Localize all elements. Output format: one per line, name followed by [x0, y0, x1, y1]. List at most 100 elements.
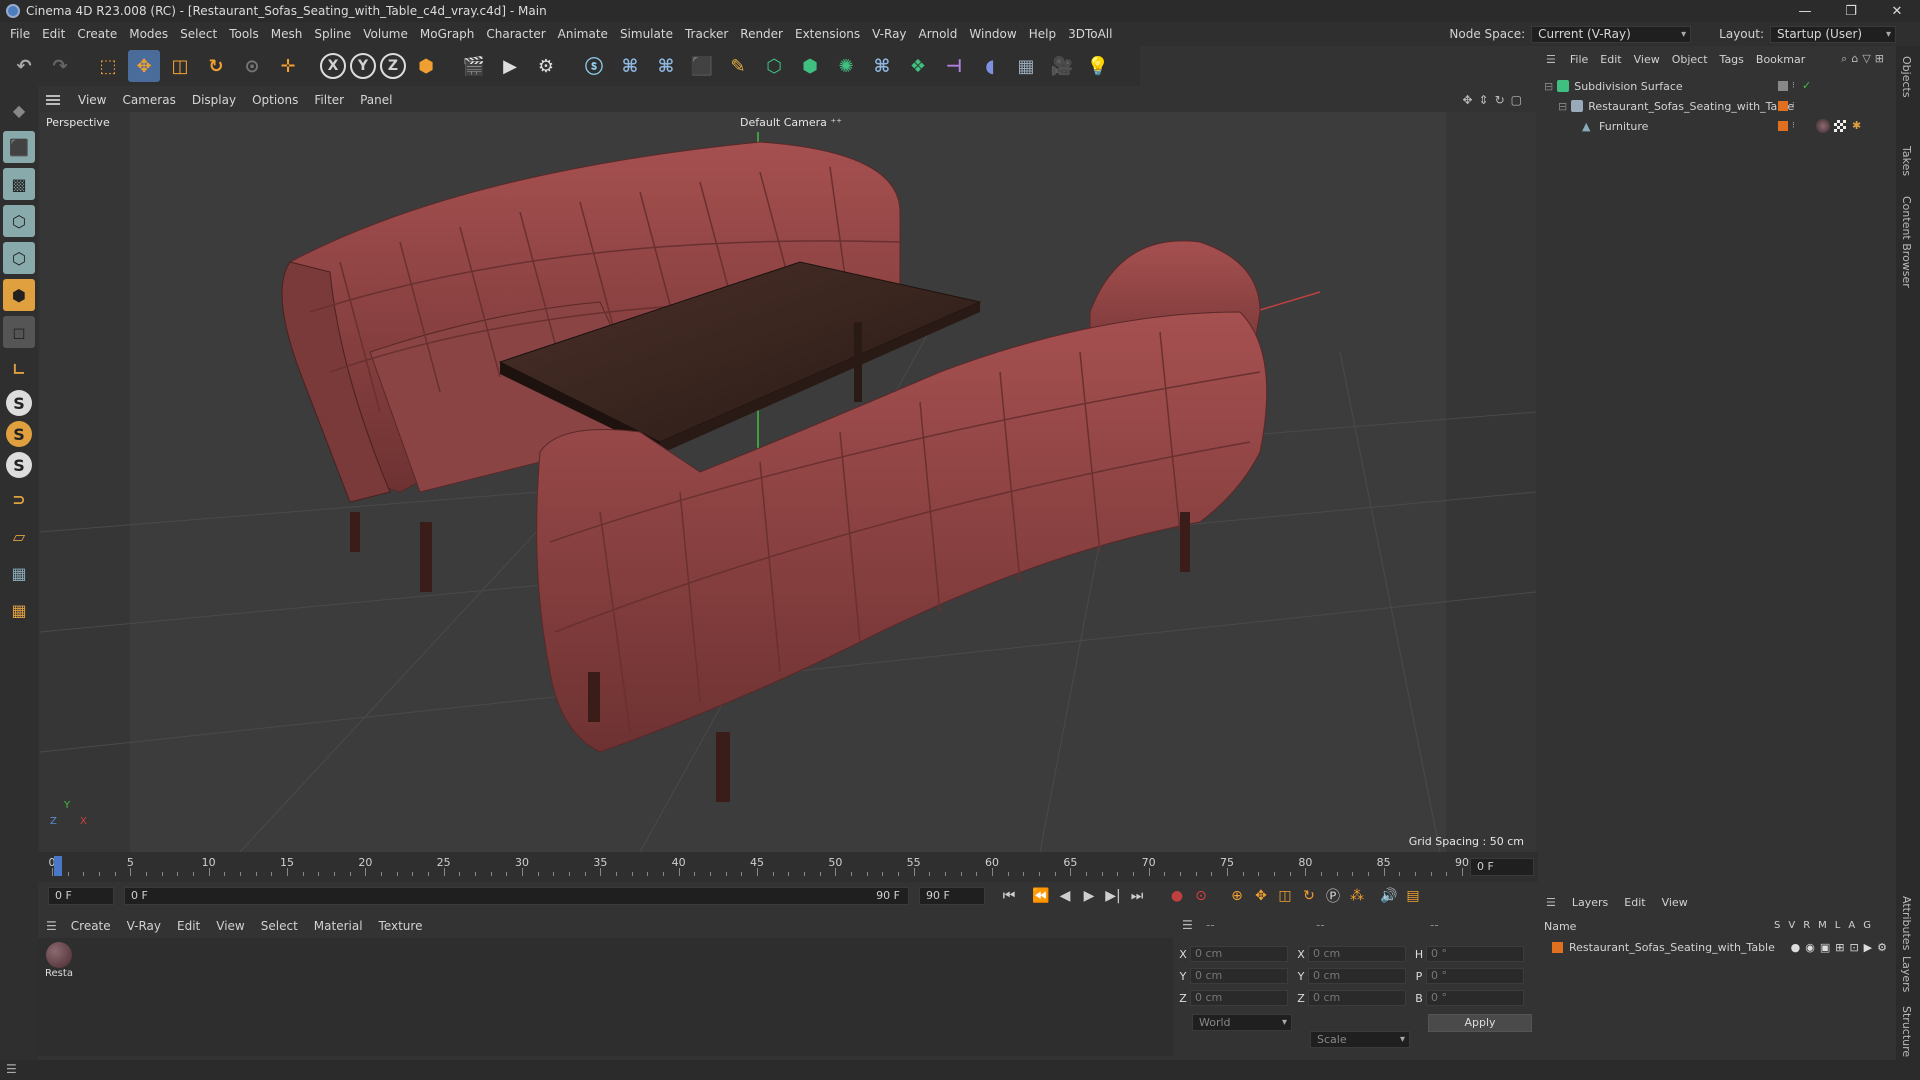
redo-icon[interactable]: ↷ [44, 50, 76, 82]
menu-vray[interactable]: V-Ray [866, 27, 912, 41]
flag-render-header[interactable]: R [1803, 920, 1810, 931]
cloner-icon[interactable]: ✺ [830, 50, 862, 82]
material-menu-texture[interactable]: Texture [371, 919, 431, 933]
play-icon[interactable]: ▶ [1077, 885, 1101, 907]
deformer-icon[interactable]: ⊣ [938, 50, 970, 82]
record-icon[interactable]: ● [1165, 885, 1189, 907]
key-param-icon[interactable]: Ⓟ [1321, 885, 1345, 907]
select-recent-icon[interactable]: ⊙ [236, 50, 268, 82]
object-menu-object[interactable]: Object [1666, 53, 1714, 66]
material-menu-select[interactable]: Select [253, 919, 306, 933]
material-menu-vray[interactable]: V-Ray [119, 919, 169, 933]
collapse-icon[interactable]: ⊟ [1558, 100, 1567, 113]
menu-edit[interactable]: Edit [36, 27, 71, 41]
undo-icon[interactable]: ↶ [8, 50, 40, 82]
extrude-generator-icon[interactable]: ⬢ [794, 50, 826, 82]
menu-window[interactable]: Window [963, 27, 1022, 41]
visibility-dots-icon[interactable]: ⁝ [1792, 121, 1795, 131]
snap-s2-icon[interactable]: S [6, 421, 32, 447]
render-region-icon[interactable]: 🎬 [458, 50, 490, 82]
coord-rotation-b[interactable]: 0 ° [1426, 990, 1524, 1006]
object-menu-edit[interactable]: Edit [1594, 53, 1627, 66]
object-search-icons[interactable]: ⌕⌂▽⊞ [1841, 52, 1888, 66]
node-space-dropdown[interactable]: Current (V-Ray) [1531, 25, 1692, 43]
3d-viewport[interactable]: Perspective Default Camera ⁺⁺ Grid Spaci… [40, 112, 1536, 852]
live-selection-icon[interactable]: ⬚ [92, 50, 124, 82]
layer-color-icon[interactable] [1778, 121, 1788, 131]
menu-file[interactable]: File [4, 27, 36, 41]
field-icon[interactable]: ◖ [974, 50, 1006, 82]
python-generator-icon[interactable]: ⌘ [866, 50, 898, 82]
object-menu-tags[interactable]: Tags [1714, 53, 1750, 66]
snap-s3-icon[interactable]: S [6, 452, 32, 478]
menu-select[interactable]: Select [174, 27, 223, 41]
points-mode-icon[interactable]: ⬡ [3, 205, 35, 237]
menu-character[interactable]: Character [480, 27, 551, 41]
mograph-group-icon[interactable]: ❖ [902, 50, 934, 82]
autokey-icon[interactable]: ⊙ [1189, 885, 1213, 907]
move-tool-icon[interactable]: ✥ [128, 50, 160, 82]
coord-rotation-h[interactable]: 0 ° [1426, 946, 1524, 962]
flag-locked-header[interactable]: L [1835, 920, 1841, 931]
apply-button[interactable]: Apply [1428, 1014, 1532, 1032]
layer-flag-icons[interactable]: ●◉▣⊞⊡▶⚙ [1791, 941, 1892, 954]
collapse-icon[interactable]: ⊟ [1544, 80, 1553, 93]
layer-row[interactable]: Restaurant_Sofas_Seating_with_Table ●◉▣⊞… [1552, 938, 1892, 956]
menu-tools[interactable]: Tools [223, 27, 265, 41]
goto-start-icon[interactable]: ⏮ [997, 885, 1021, 907]
vray-icon[interactable]: ⓢ [578, 50, 610, 82]
layer-color-icon[interactable] [1552, 941, 1563, 953]
coord-position-y[interactable]: 0 cm [1190, 968, 1288, 984]
close-button[interactable]: ✕ [1874, 0, 1920, 22]
viewport-menu-filter[interactable]: Filter [306, 93, 352, 107]
key-scale-icon[interactable]: ◫ [1273, 885, 1297, 907]
rotate-tool-icon[interactable]: ↻ [200, 50, 232, 82]
pen-spline-icon[interactable]: ✎ [722, 50, 754, 82]
viewport-menu-icon[interactable] [46, 95, 60, 105]
flag-animation-header[interactable]: A [1848, 920, 1855, 931]
menu-extensions[interactable]: Extensions [789, 27, 866, 41]
layout-dropdown[interactable]: Startup (User) [1770, 25, 1896, 43]
coord-size-z[interactable]: 0 cm [1308, 990, 1406, 1006]
timeline-ruler[interactable]: 0 5 10 15 20 25 30 35 40 45 50 55 60 65 70 75 80 85 90 0 F [38, 852, 1538, 882]
max-frame-field[interactable]: 90 F [919, 887, 985, 905]
transform-tool-icon[interactable]: ✛ [272, 50, 304, 82]
prev-key-icon[interactable]: ⏪ [1029, 885, 1053, 907]
y-axis-lock-button[interactable]: Y [350, 53, 376, 79]
material-menu-icon[interactable]: ☰ [46, 919, 57, 933]
menu-spline[interactable]: Spline [308, 27, 357, 41]
coord-position-x[interactable]: 0 cm [1190, 946, 1288, 962]
sound-icon[interactable]: 🔊 [1377, 885, 1401, 907]
menu-3dtoall[interactable]: 3DToAll [1062, 27, 1118, 41]
coord-scale-dropdown[interactable]: Scale [1310, 1031, 1410, 1048]
python-script-icon[interactable]: ⌘ [614, 50, 646, 82]
camera-icon[interactable]: 🎥 [1046, 50, 1078, 82]
object-menu-file[interactable]: File [1564, 53, 1594, 66]
key-all-icon[interactable]: ⊕ [1225, 885, 1249, 907]
grid-icon[interactable]: ▦ [3, 557, 35, 589]
menu-mesh[interactable]: Mesh [265, 27, 309, 41]
menu-animate[interactable]: Animate [552, 27, 614, 41]
layer-menu-edit[interactable]: Edit [1616, 896, 1653, 909]
cube-primitive-icon[interactable]: ⬛ [686, 50, 718, 82]
z-axis-lock-button[interactable]: Z [380, 53, 406, 79]
locked-workplane-icon[interactable]: ▦ [3, 594, 35, 626]
menu-create[interactable]: Create [71, 27, 123, 41]
viewport-perspective-label[interactable]: Perspective [46, 116, 110, 129]
object-menu-icon[interactable]: ☰ [1546, 53, 1556, 66]
tab-attributes[interactable]: Attributes [1900, 896, 1913, 950]
goto-end-icon[interactable]: ⏭ [1125, 885, 1149, 907]
viewport-menu-panel[interactable]: Panel [352, 93, 400, 107]
coord-menu-icon[interactable]: ☰ [1182, 918, 1193, 932]
coord-rotation-p[interactable]: 0 ° [1426, 968, 1524, 984]
layer-color-icon[interactable] [1778, 101, 1788, 111]
scale-tool-icon[interactable]: ◫ [164, 50, 196, 82]
enabled-check-icon[interactable]: ✓ [1802, 79, 1811, 92]
minimize-button[interactable]: — [1782, 0, 1828, 22]
axis-mode-icon[interactable]: ∟ [3, 353, 35, 385]
magnet-icon[interactable]: ⊃ [3, 483, 35, 515]
coord-position-z[interactable]: 0 cm [1190, 990, 1288, 1006]
tab-layers[interactable]: Layers [1900, 956, 1913, 992]
object-row-furniture[interactable]: ▲ Furniture ⁝ ✱ [1538, 116, 1896, 136]
texture-mode-icon[interactable]: ▩ [3, 168, 35, 200]
